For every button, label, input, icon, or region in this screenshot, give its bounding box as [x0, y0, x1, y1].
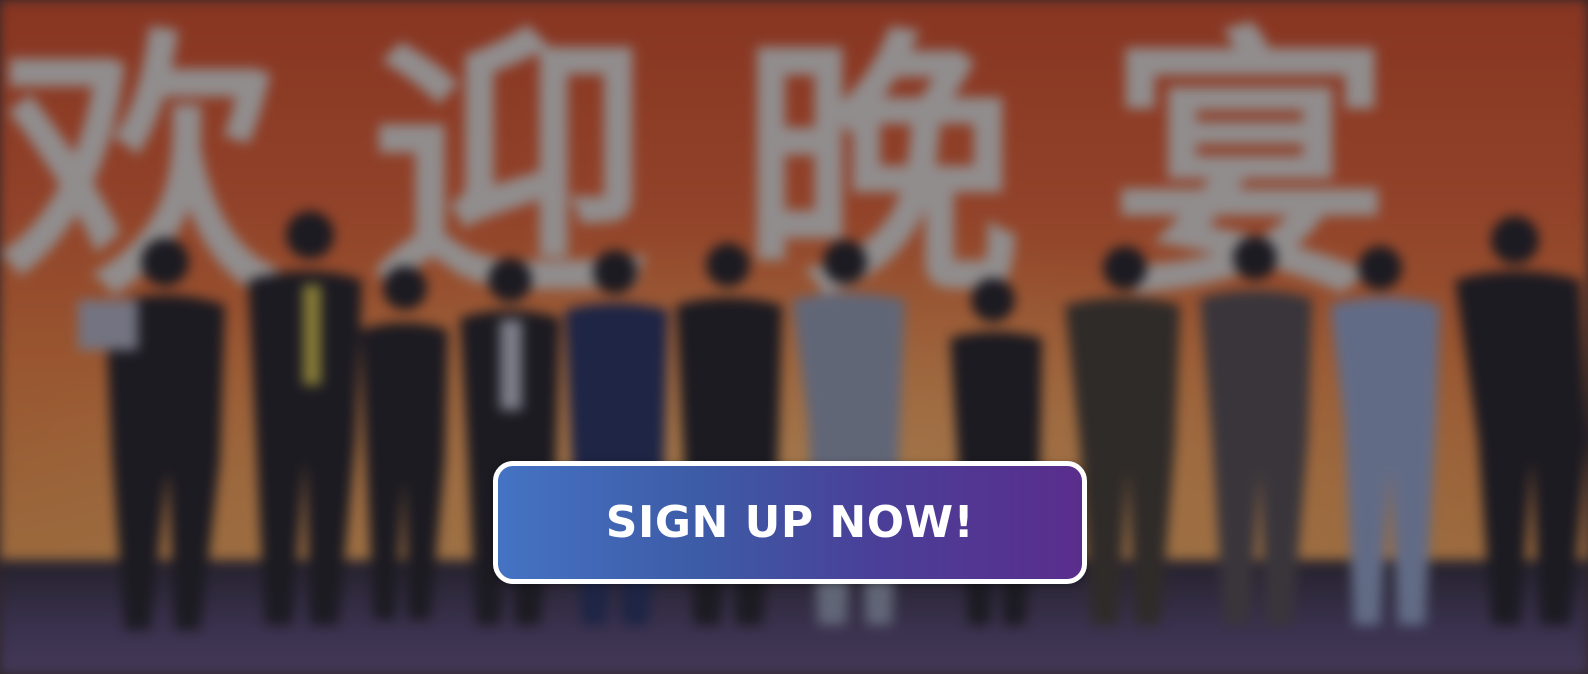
sign-up-button[interactable]: SIGN UP NOW! — [493, 461, 1087, 584]
sign-up-button-label: SIGN UP NOW! — [605, 497, 975, 548]
hero-section: 欢迎晚宴 SIGN UP NOW! — [0, 0, 1588, 674]
